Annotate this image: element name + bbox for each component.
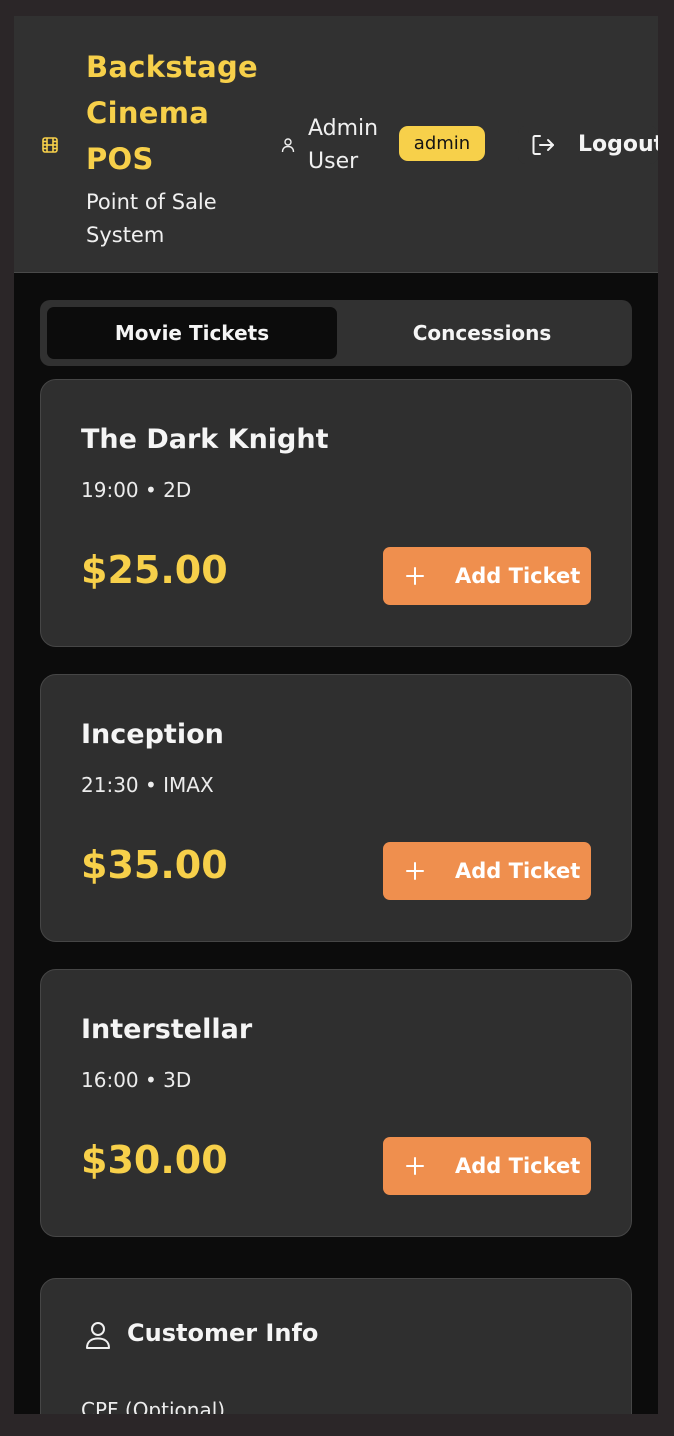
tab-bar: Movie Tickets Concessions xyxy=(40,300,632,366)
user-icon xyxy=(86,1322,110,1349)
film-icon xyxy=(42,137,58,153)
movie-title: Inception xyxy=(81,719,224,750)
add-ticket-button[interactable]: Add Ticket xyxy=(383,842,591,900)
add-ticket-button[interactable]: Add Ticket xyxy=(383,547,591,605)
add-ticket-label: Add Ticket xyxy=(455,564,581,588)
movie-showtime: 21:30 • IMAX xyxy=(81,773,214,797)
app-frame: Backstage Cinema POS Point of Sale Syste… xyxy=(14,16,658,1414)
brand-subtitle-line: Point of Sale xyxy=(86,190,217,214)
tab-concessions[interactable]: Concessions xyxy=(337,307,627,359)
brand: Backstage Cinema POS Point of Sale Syste… xyxy=(86,44,276,252)
movie-card: Inception 21:30 • IMAX $35.00 Add Ticket xyxy=(40,674,632,942)
brand-title: Backstage Cinema POS xyxy=(86,44,276,182)
movie-title: The Dark Knight xyxy=(81,424,329,455)
tab-movie-tickets[interactable]: Movie Tickets xyxy=(47,307,337,359)
movie-showtime: 19:00 • 2D xyxy=(81,478,192,502)
app-header: Backstage Cinema POS Point of Sale Syste… xyxy=(14,16,658,273)
brand-title-line: Cinema xyxy=(86,96,210,130)
logout-button[interactable]: Logout xyxy=(518,126,658,164)
cpf-label: CPF (Optional) xyxy=(81,1398,226,1414)
user-name-line: User xyxy=(308,149,359,174)
logout-label: Logout xyxy=(578,132,658,157)
role-badge: admin xyxy=(399,126,485,161)
user-name: Admin User xyxy=(308,112,398,178)
ticket-price: $35.00 xyxy=(81,843,228,887)
brand-subtitle: Point of Sale System xyxy=(86,186,276,252)
movie-showtime: 16:00 • 3D xyxy=(81,1068,192,1092)
plus-icon xyxy=(406,1157,424,1175)
ticket-price: $25.00 xyxy=(81,548,228,592)
movie-title: Interstellar xyxy=(81,1014,253,1045)
customer-info-card: Customer Info CPF (Optional) xyxy=(40,1278,632,1414)
add-ticket-label: Add Ticket xyxy=(455,1154,581,1178)
brand-title-line: POS xyxy=(86,142,154,176)
user-name-line: Admin xyxy=(308,116,379,141)
brand-title-line: Backstage xyxy=(86,50,258,84)
user-icon xyxy=(281,138,295,153)
brand-subtitle-line: System xyxy=(86,223,165,247)
logout-icon xyxy=(532,135,554,155)
plus-icon xyxy=(406,862,424,880)
add-ticket-label: Add Ticket xyxy=(455,859,581,883)
movie-card: The Dark Knight 19:00 • 2D $25.00 Add Ti… xyxy=(40,379,632,647)
movie-card: Interstellar 16:00 • 3D $30.00 Add Ticke… xyxy=(40,969,632,1237)
customer-info-title: Customer Info xyxy=(127,1319,319,1347)
plus-icon xyxy=(406,567,424,585)
add-ticket-button[interactable]: Add Ticket xyxy=(383,1137,591,1195)
ticket-price: $30.00 xyxy=(81,1138,228,1182)
